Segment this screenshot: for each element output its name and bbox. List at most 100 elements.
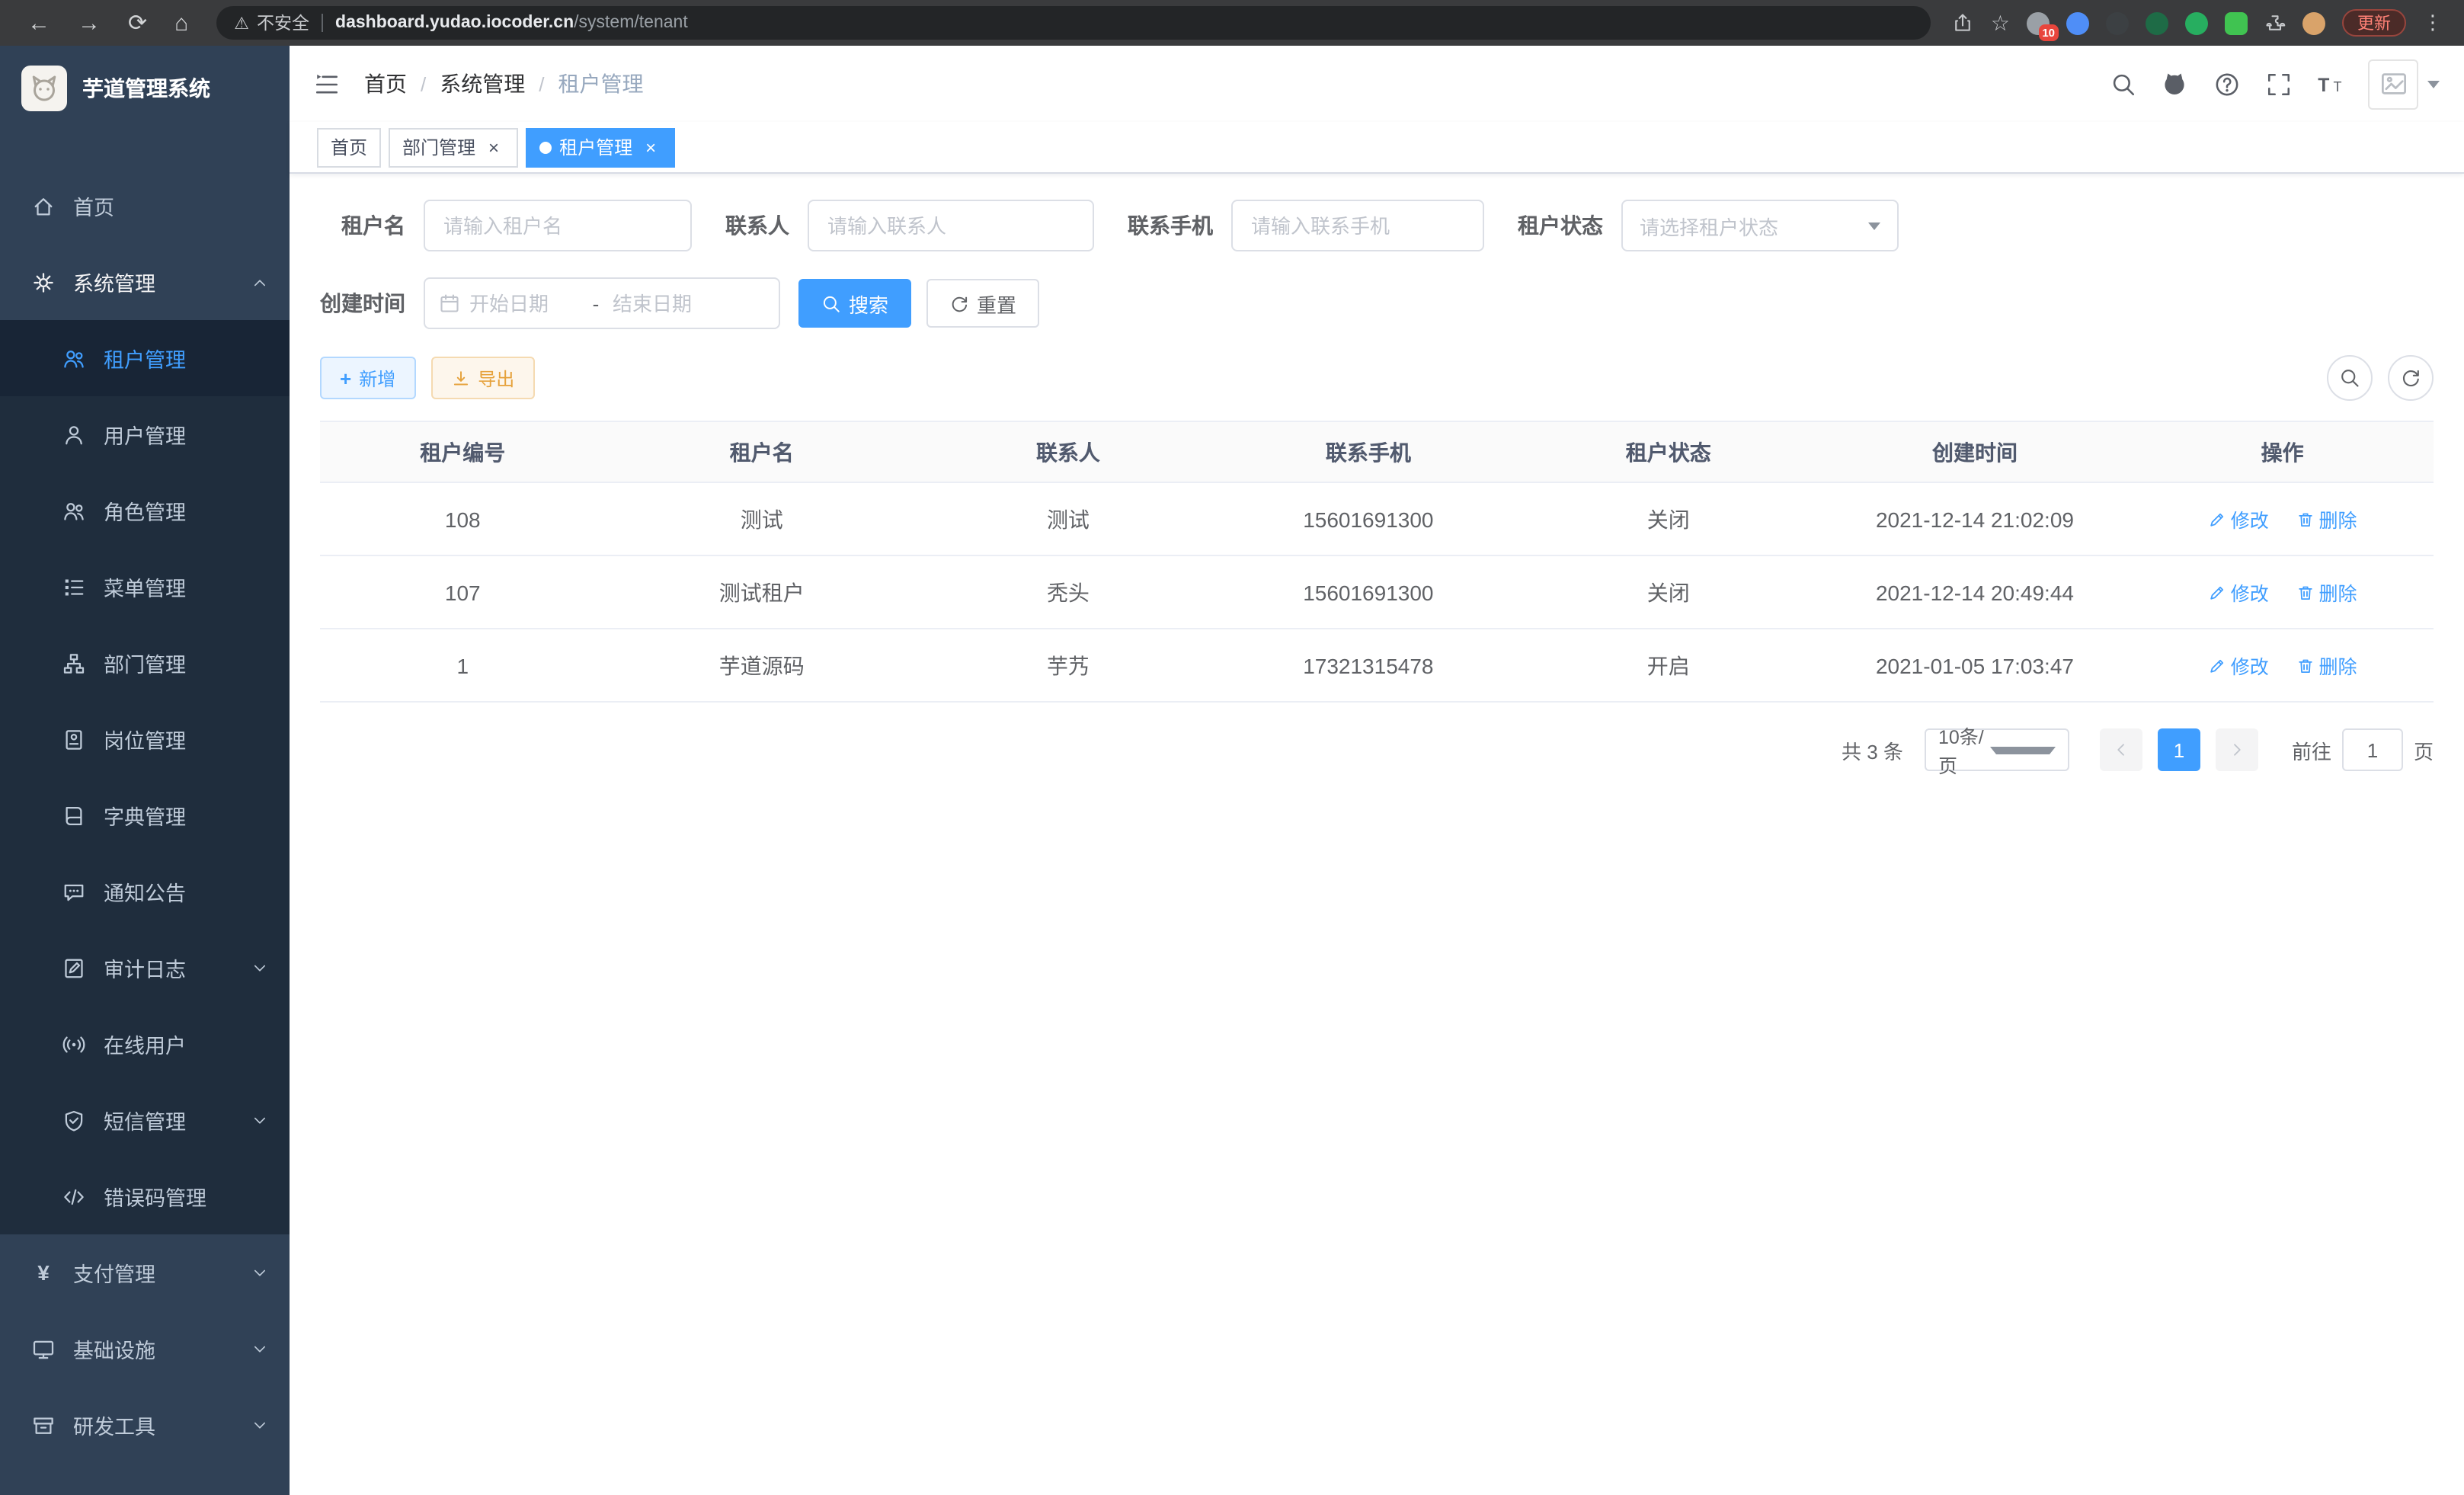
extension-icon-2[interactable] [2066,11,2089,34]
extension-icon-1[interactable]: 10 [2027,11,2050,34]
fullscreen-icon[interactable] [2252,46,2304,122]
sidebar-item-sms[interactable]: 短信管理 [0,1082,290,1158]
close-icon[interactable]: × [483,136,504,158]
avatar [2368,59,2418,109]
sidebar-item-dept[interactable]: 部门管理 [0,625,290,701]
help-question-icon[interactable] [2200,46,2252,122]
search-icon [821,293,841,313]
home-icon[interactable]: ⌂ [174,11,188,34]
add-button[interactable]: + 新增 [320,357,415,399]
role-users-icon [62,499,85,522]
github-icon[interactable] [2149,46,2200,122]
sidebar-item-tenant[interactable]: 租户管理 [0,320,290,396]
edit-pencil-icon [2208,656,2226,674]
page-size-select[interactable]: 10条/页 [1925,728,2069,771]
gear-icon [32,271,55,293]
close-icon[interactable]: × [640,136,661,158]
chevron-right-icon [2228,741,2246,759]
breadcrumb-home[interactable]: 首页 [364,69,407,99]
sidebar-item-user[interactable]: 用户管理 [0,396,290,472]
delete-link[interactable]: 删除 [2296,651,2357,680]
sidebar-item-dict[interactable]: 字典管理 [0,777,290,853]
sidebar-item-errorcode[interactable]: 错误码管理 [0,1158,290,1234]
phone-input[interactable] [1231,200,1484,251]
reset-button[interactable]: 重置 [926,279,1039,328]
col-tenant-name: 租户名 [605,421,918,482]
sidebar-item-infra[interactable]: 基础设施 [0,1311,290,1387]
edit-link[interactable]: 修改 [2208,651,2269,680]
contact-input[interactable] [808,200,1094,251]
infra-monitor-icon [32,1337,55,1360]
user-avatar-menu[interactable] [2368,59,2440,109]
font-size-icon[interactable]: TT [2304,46,2356,122]
reload-icon[interactable]: ⟳ [128,11,147,34]
refresh-table-button[interactable] [2388,355,2434,401]
goto-page-group: 前往 页 [2292,728,2434,771]
next-page-button[interactable] [2216,728,2258,771]
extension-icon-5[interactable] [2185,11,2208,34]
prev-page-button[interactable] [2100,728,2142,771]
current-page-button[interactable]: 1 [2158,728,2200,771]
bookmark-star-icon[interactable]: ☆ [1991,12,2010,34]
create-time-range-picker[interactable]: - [424,277,780,329]
cell-status: 关闭 [1518,482,1819,555]
forward-icon[interactable]: → [78,11,101,34]
sidebar-item-online-user[interactable]: 在线用户 [0,1006,290,1082]
security-label: 不安全 [257,11,309,35]
tab-home[interactable]: 首页 [317,127,381,167]
sidebar-item-payment[interactable]: ¥ 支付管理 [0,1234,290,1311]
pagination: 共 3 条 10条/页 1 前往 页 [320,728,2434,771]
sidebar-item-post[interactable]: 岗位管理 [0,701,290,777]
edit-link[interactable]: 修改 [2208,504,2269,533]
cell-contact: 秃头 [918,555,1218,629]
profile-avatar[interactable] [2302,11,2325,34]
extension-icon-3[interactable] [2106,11,2129,34]
breadcrumb-separator: / [421,72,426,95]
breadcrumb-system[interactable]: 系统管理 [440,69,525,99]
sidebar-item-role[interactable]: 角色管理 [0,472,290,549]
app-title: 芋道管理系统 [82,73,210,104]
tab-tenant[interactable]: 租户管理 × [526,127,675,167]
home-icon [32,194,55,217]
sidebar-item-home[interactable]: 首页 [0,168,290,244]
tab-dept[interactable]: 部门管理 × [389,127,518,167]
sidebar-item-system[interactable]: 系统管理 [0,244,290,320]
sidebar-item-menu[interactable]: 菜单管理 [0,549,290,625]
extensions-puzzle-icon[interactable] [2264,12,2286,34]
refresh-icon [949,293,969,313]
tab-label: 部门管理 [402,134,475,160]
extension-icon-6[interactable] [2225,11,2248,34]
share-icon[interactable] [1953,12,1974,34]
col-created: 创建时间 [1819,421,2132,482]
page-size-value: 10条/页 [1938,721,1991,779]
sidebar-toggle-icon[interactable] [314,71,340,97]
browser-menu-dots-icon[interactable]: ⋮ [2423,11,2443,35]
delete-link[interactable]: 删除 [2296,578,2357,607]
sms-shield-icon [62,1109,85,1132]
sidebar-item-label: 系统管理 [73,267,155,297]
plus-icon: + [340,368,351,388]
extension-icon-4[interactable] [2146,11,2168,34]
end-date-input[interactable] [613,292,722,315]
update-button[interactable]: 更新 [2342,9,2406,37]
sidebar-item-devtools[interactable]: 研发工具 [0,1387,290,1463]
sidebar-item-notice[interactable]: 通知公告 [0,853,290,930]
start-date-input[interactable] [469,292,579,315]
delete-link[interactable]: 删除 [2296,504,2357,533]
goto-page-input[interactable] [2342,728,2403,771]
navbar-actions: TT [2097,46,2440,122]
search-button[interactable]: 搜索 [798,279,911,328]
status-select[interactable]: 请选择租户状态 [1621,200,1899,251]
sidebar-item-audit-log[interactable]: 审计日志 [0,930,290,1006]
edit-link[interactable]: 修改 [2208,578,2269,607]
sidebar-item-label: 菜单管理 [104,571,186,602]
back-icon[interactable]: ← [27,11,50,34]
tenant-name-input[interactable] [424,200,692,251]
address-bar[interactable]: ⚠ 不安全 dashboard.yudao.iocoder.cn /system… [216,6,1931,40]
export-button[interactable]: 导出 [430,357,534,399]
logo[interactable]: 芋道管理系统 [0,46,290,131]
header-search-icon[interactable] [2097,46,2149,122]
main-area: 首页 / 系统管理 / 租户管理 [290,46,2464,1495]
status-label: 租户状态 [1518,210,1603,241]
toggle-search-button[interactable] [2327,355,2373,401]
